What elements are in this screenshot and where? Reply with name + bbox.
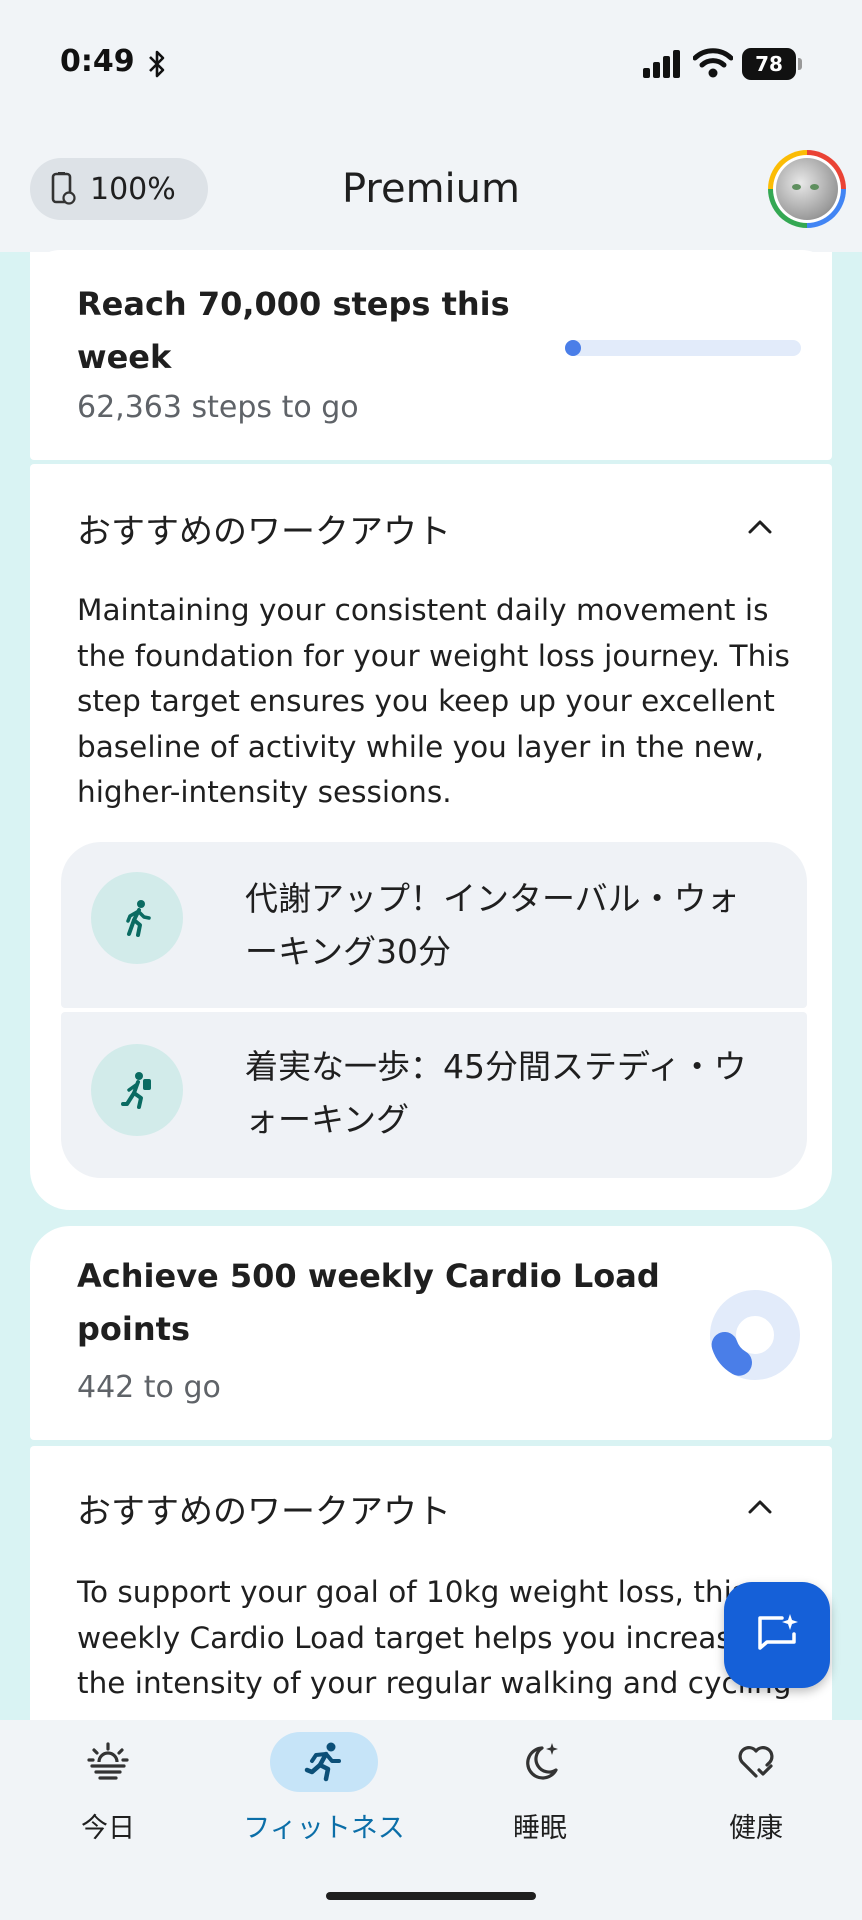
page-title: Premium	[342, 166, 520, 212]
workout-title: 代謝アップ！インターバル・ウォ ーキング30分	[245, 879, 740, 971]
workout-title: 着実な一歩：45分間ステディ・ウ ォーキング	[245, 1047, 747, 1139]
status-time: 0:49	[60, 44, 135, 79]
chevron-up-icon[interactable]	[746, 518, 774, 536]
goal-title-cont: week	[77, 338, 172, 376]
app-header: 100% Premium	[0, 130, 862, 252]
goal-title: Achieve 500 weekly Cardio Load	[77, 1257, 660, 1295]
chevron-up-icon[interactable]	[746, 1498, 774, 1516]
section-heading: おすすめのワークアウト	[77, 512, 451, 552]
goal-title: Reach 70,000 steps this	[77, 285, 510, 323]
avatar[interactable]	[768, 150, 846, 228]
cardio-load-ring-fill	[711, 1332, 752, 1376]
nav-label: 健康	[729, 1813, 783, 1844]
recommend-description: To support your goal of 10kg weight loss…	[77, 1575, 792, 1700]
list-item-steady-walking[interactable]: 着実な一歩：45分間ステディ・ウ ォーキング	[61, 1012, 807, 1178]
nav-active-indicator	[270, 1732, 378, 1792]
battery-level: 78	[742, 48, 796, 80]
cell-signal-icon	[643, 50, 680, 78]
chat-coach-button[interactable]	[724, 1582, 830, 1688]
running-person-icon	[304, 1742, 341, 1782]
cardio-load-ring	[710, 1290, 800, 1380]
walking-person-icon	[91, 872, 183, 964]
recommended-workouts-card: おすすめのワークアウト Maintaining your consistent …	[30, 464, 832, 1210]
recommended-workouts-card-2: おすすめのワークアウト To support your goal of 10kg…	[30, 1446, 832, 1720]
cardio-goal-card[interactable]: Achieve 500 weekly Cardio Load points 44…	[30, 1226, 832, 1440]
steps-progress-fill	[565, 340, 581, 356]
hiking-person-icon	[91, 1044, 183, 1136]
status-bar: 0:49 78	[0, 0, 862, 130]
nav-label: 睡眠	[513, 1813, 567, 1844]
steps-goal-card[interactable]: Reach 70,000 steps this week 62,363 step…	[30, 252, 832, 460]
recommend-description: Maintaining your consistent daily moveme…	[77, 593, 790, 809]
wifi-icon	[693, 48, 733, 78]
sunrise-icon	[87, 1742, 129, 1780]
steps-progress-bar	[565, 340, 801, 356]
battery-icon: 78	[742, 48, 802, 80]
list-item-interval-walking[interactable]: 代謝アップ！インターバル・ウォ ーキング30分	[61, 842, 807, 1008]
goal-subtitle: 62,363 steps to go	[77, 390, 359, 425]
moon-sparkle-icon	[526, 1743, 558, 1780]
nav-label: 今日	[81, 1813, 135, 1844]
goal-title-cont: points	[77, 1310, 190, 1348]
home-indicator[interactable]	[326, 1892, 536, 1900]
heart-check-icon	[738, 1746, 774, 1778]
bottom-nav: 今日 フィットネス 睡眠 健康	[0, 1720, 862, 1920]
chat-sparkle-icon	[758, 1614, 798, 1650]
goal-subtitle: 442 to go	[77, 1370, 221, 1405]
nav-label: フィットネス	[243, 1813, 405, 1844]
section-heading: おすすめのワークアウト	[77, 1492, 451, 1532]
bluetooth-icon	[149, 50, 165, 78]
